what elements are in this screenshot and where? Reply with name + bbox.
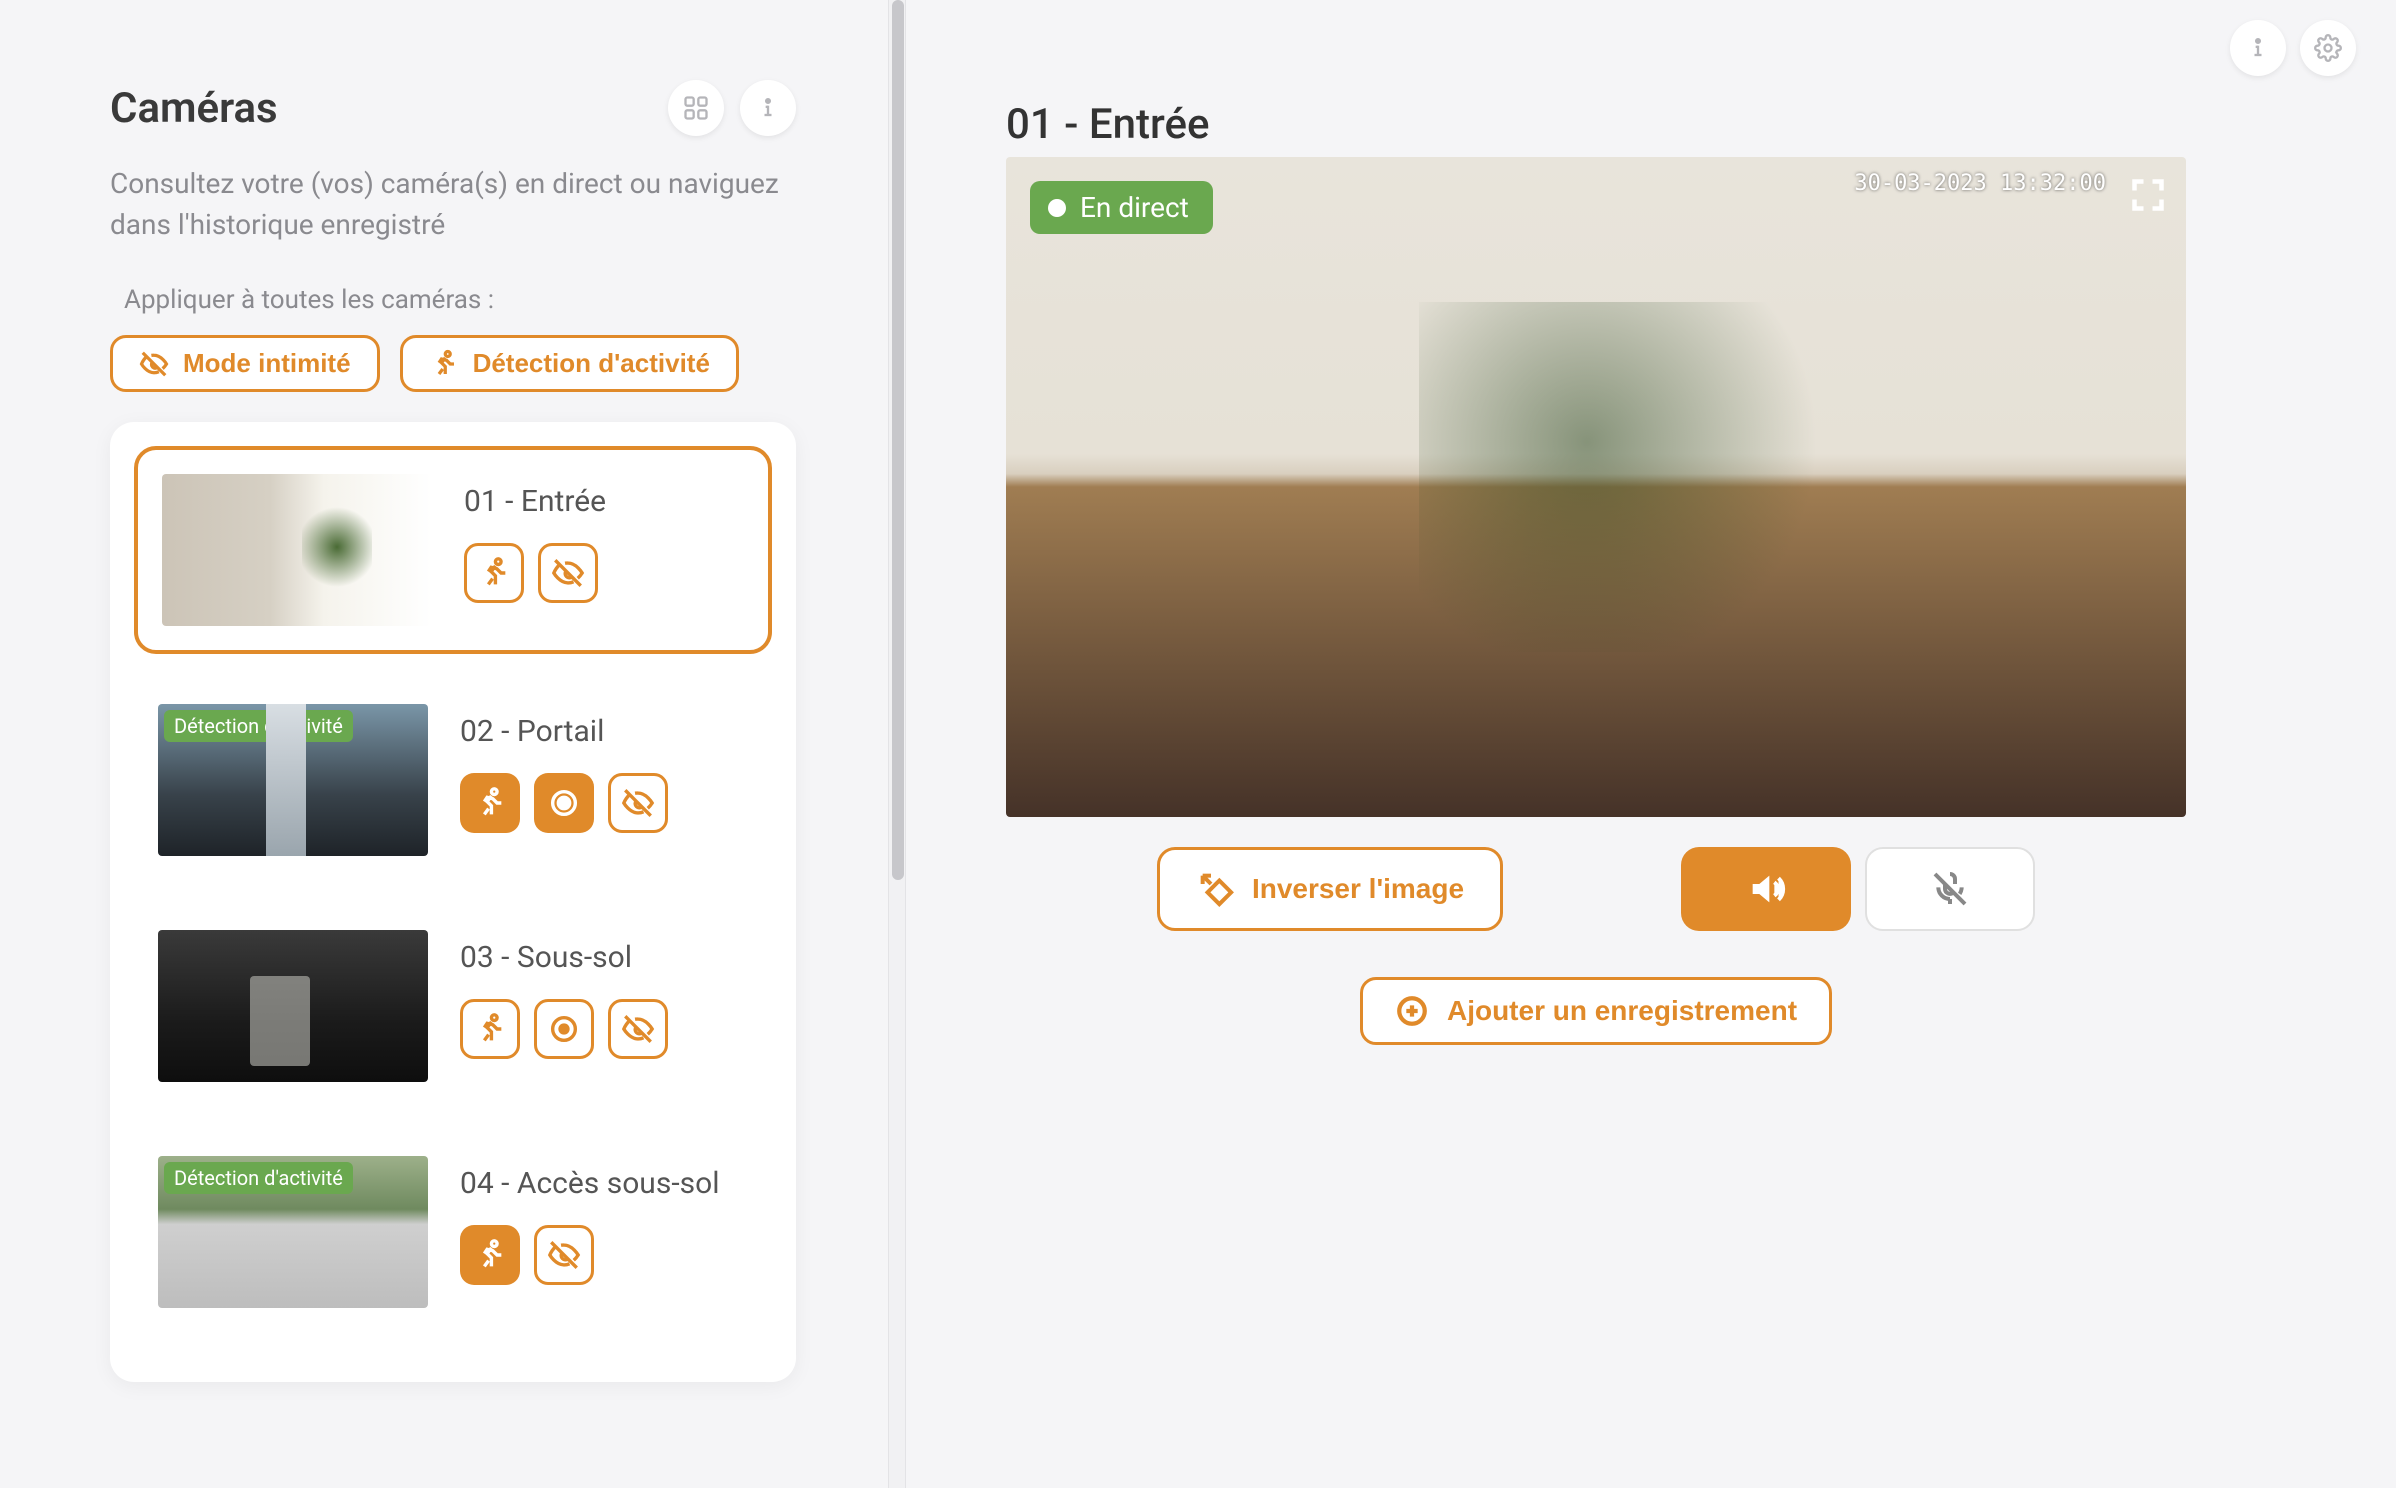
camera-list: 01 - Entrée Détection d'activité 02 - Po… [110,422,796,1382]
bulk-apply-buttons: Mode intimité Détection d'activité [110,335,796,392]
live-video[interactable]: En direct 30-03-2023 13:32:00 [1006,157,2186,817]
add-recording-row: Ajouter un enregistrement [1006,977,2186,1045]
detection-badge: Détection d'activité [164,710,353,742]
eye-off-icon [621,1012,655,1046]
speaker-icon [1746,869,1786,909]
camera-status-icons [460,1225,748,1285]
record-icon [547,786,581,820]
camera-item-04[interactable]: Détection d'activité 04 - Accès sous-sol [134,1132,772,1332]
camera-status-icons [460,773,748,833]
recording-toggle[interactable] [534,999,594,1059]
eye-off-icon [547,1238,581,1272]
sidebar-subtitle: Consultez votre (vos) caméra(s) en direc… [110,164,796,245]
privacy-mode-button[interactable]: Mode intimité [110,335,380,392]
camera-thumbnail [162,474,432,626]
live-dot-icon [1048,199,1066,217]
mic-off-icon [1930,869,1970,909]
camera-name: 04 - Accès sous-sol [460,1166,748,1201]
fullscreen-icon [2130,177,2166,213]
info-icon [2244,34,2272,62]
camera-thumbnail: Détection d'activité [158,704,428,856]
running-icon [473,1012,507,1046]
flip-icon [1196,869,1236,909]
running-icon [473,786,507,820]
sidebar: Caméras Consultez votre (vos) caméra(s) … [0,0,906,1488]
main-panel: 01 - Entrée En direct 30-03-2023 13:32:0… [906,0,2396,1488]
camera-name: 02 - Portail [460,714,748,749]
info-button[interactable] [2230,20,2286,76]
camera-item-01[interactable]: 01 - Entrée [134,446,772,654]
flip-image-button[interactable]: Inverser l'image [1157,847,1503,931]
video-timestamp: 30-03-2023 13:32:00 [1854,171,2106,196]
live-label: En direct [1080,191,1189,224]
activity-detection-button[interactable]: Détection d'activité [400,335,739,392]
main-header-icons [2230,20,2356,76]
mic-mute-button[interactable] [1865,847,2035,931]
eye-off-icon [551,556,585,590]
gear-icon [2314,34,2342,62]
detection-badge: Détection d'activité [164,1162,353,1194]
plus-circle-icon [1395,994,1429,1028]
video-controls: Inverser l'image [1006,847,2186,931]
record-icon [547,1012,581,1046]
camera-status-icons [460,999,748,1059]
camera-status-icons [464,543,744,603]
running-icon [429,349,459,379]
motion-detection-toggle[interactable] [460,773,520,833]
add-recording-label: Ajouter un enregistrement [1447,995,1797,1027]
privacy-toggle[interactable] [538,543,598,603]
camera-meta: 04 - Accès sous-sol [460,1156,748,1285]
privacy-mode-label: Mode intimité [183,348,351,379]
running-icon [477,556,511,590]
camera-thumbnail [158,930,428,1082]
motion-detection-toggle[interactable] [464,543,524,603]
sidebar-scrollbar[interactable] [888,0,906,1488]
info-button[interactable] [740,80,796,136]
scrollbar-thumb[interactable] [892,0,904,880]
eye-off-icon [621,786,655,820]
fullscreen-button[interactable] [2130,177,2166,213]
camera-item-03[interactable]: 03 - Sous-sol [134,906,772,1106]
running-icon [473,1238,507,1272]
sidebar-header-icons [668,80,796,136]
camera-name: 01 - Entrée [464,484,744,519]
motion-detection-toggle[interactable] [460,999,520,1059]
page-title: Caméras [110,84,278,133]
camera-meta: 01 - Entrée [464,474,744,603]
selected-camera-title: 01 - Entrée [1006,100,2336,149]
recording-toggle[interactable] [534,773,594,833]
privacy-toggle[interactable] [534,1225,594,1285]
camera-meta: 03 - Sous-sol [460,930,748,1059]
camera-name: 03 - Sous-sol [460,940,748,975]
bulk-apply-label: Appliquer à toutes les caméras : [110,285,796,315]
flip-image-label: Inverser l'image [1252,873,1464,905]
activity-detection-label: Détection d'activité [473,348,710,379]
camera-thumbnail: Détection d'activité [158,1156,428,1308]
privacy-toggle[interactable] [608,999,668,1059]
settings-button[interactable] [2300,20,2356,76]
motion-detection-toggle[interactable] [460,1225,520,1285]
live-badge: En direct [1030,181,1213,234]
camera-item-02[interactable]: Détection d'activité 02 - Portail [134,680,772,880]
eye-off-icon [139,349,169,379]
add-recording-button[interactable]: Ajouter un enregistrement [1360,977,1832,1045]
grid-view-button[interactable] [668,80,724,136]
privacy-toggle[interactable] [608,773,668,833]
audio-button[interactable] [1681,847,1851,931]
grid-icon [682,94,710,122]
info-icon [754,94,782,122]
sidebar-header: Caméras [110,80,796,136]
camera-meta: 02 - Portail [460,704,748,833]
